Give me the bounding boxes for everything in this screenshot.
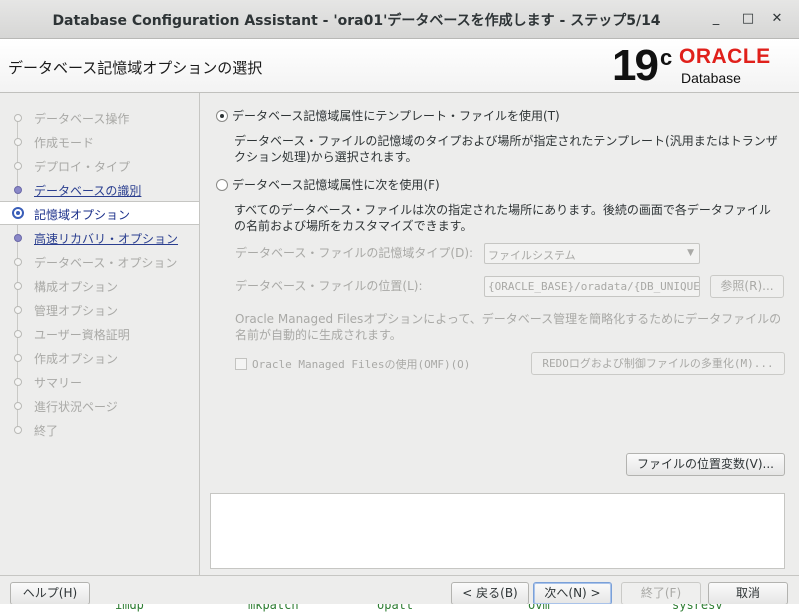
file-location-input[interactable]: {ORACLE_BASE}/oradata/{DB_UNIQUE_NAME} [484,276,700,297]
nav-step-fast-recovery[interactable]: 高速リカバリ・オプション [0,226,199,249]
step-dot-icon [14,114,22,122]
main-content: データベース記憶域属性にテンプレート・ファイルを使用(T) データベース・ファイ… [200,93,799,575]
template-storage-label[interactable]: データベース記憶域属性にテンプレート・ファイルを使用(T) [232,107,560,124]
terminal-file-name: sysresv [672,604,723,612]
nav-step-label: ユーザー資格証明 [34,328,130,342]
step-dot-icon [14,138,22,146]
window-title: Database Configuration Assistant - 'ora0… [52,13,661,29]
back-button[interactable]: < 戻る(B) [451,582,529,605]
nav-step-label: 記憶域オプション [34,208,131,222]
maximize-button[interactable]: □ [737,8,759,30]
nav-step-label: サマリー [34,376,83,390]
nav-step-label: 構成オプション [34,280,119,294]
close-button[interactable]: ✕ [766,8,788,30]
version-suffix: c [660,45,673,70]
nav-step-label[interactable]: データベースの識別 [34,182,141,199]
finish-button[interactable]: 終了(F) [621,582,701,605]
nav-step-label: 管理オプション [34,304,119,318]
terminal-file-name: opatt [377,604,414,612]
step-navigation: データベース操作 作成モード デプロイ・タイプ データベースの識別 記憶域オプシ… [0,93,200,575]
template-storage-desc-1: データベース・ファイルの記憶域のタイプおよび場所が指定されたテンプレート(汎用ま… [234,134,778,148]
nav-step-label: 作成モード [34,136,95,150]
custom-storage-radio[interactable] [216,179,228,191]
step-dot-icon [14,402,22,410]
nav-step-finish: 終了 [0,418,199,441]
step-dot-icon [14,426,22,434]
next-button[interactable]: 次へ(N) > [533,582,612,605]
step-dot-icon [14,306,22,314]
cancel-button[interactable]: 取消 [708,582,788,605]
nav-step-label: データベース・オプション [34,256,178,270]
minimize-button[interactable]: _ [705,8,727,30]
nav-step-label: データベース操作 [34,112,130,126]
nav-step-progress: 進行状況ページ [0,394,199,417]
omf-checkbox[interactable] [235,358,247,370]
nav-step-configuration: 構成オプション [0,274,199,297]
page-header: データベース記憶域オプションの選択 19 c ORACLE Database [0,39,799,93]
nav-step-deploy-type: デプロイ・タイプ [0,154,199,177]
nav-step-database-identification[interactable]: データベースの識別 [0,178,199,201]
step-dot-icon [14,354,22,362]
nav-step-summary: サマリー [0,370,199,393]
custom-storage-label[interactable]: データベース記憶域属性に次を使用(F) [232,176,440,193]
step-dot-icon [14,162,22,170]
omf-checkbox-label[interactable]: Oracle Managed Filesの使用(OMF)(O) [252,356,470,372]
message-area [210,493,785,569]
nav-step-management: 管理オプション [0,298,199,321]
step-dot-icon [14,258,22,266]
current-step-icon [12,207,24,219]
help-button[interactable]: ヘルプ(H) [10,582,90,605]
nav-step-database-options: データベース・オプション [0,250,199,273]
nav-step-label: デプロイ・タイプ [34,160,131,174]
custom-storage-desc-2: の名前および場所をカスタマイズできます。 [234,219,473,233]
nav-step-creation-mode: 作成モード [0,130,199,153]
version-number: 19 [612,41,659,90]
terminal-file-name: mkpatch [248,604,299,612]
omf-desc-2: 名前が自動的に生成されます。 [235,328,402,342]
terminal-file-name: imdp [115,604,144,612]
template-storage-desc-2: クション処理)から選択されます。 [234,150,418,164]
step-dot-icon [14,186,22,194]
terminal-file-name: ovm [528,604,550,612]
footer-bar: ヘルプ(H) < 戻る(B) 次へ(N) > 終了(F) 取消 [0,576,799,605]
step-dot-icon [14,378,22,386]
file-location-variables-button[interactable]: ファイルの位置変数(V)... [626,453,785,476]
step-dot-icon [14,282,22,290]
storage-type-select[interactable]: ファイルシステム ▼ [484,243,700,264]
file-location-label: データベース・ファイルの位置(L): [235,279,423,293]
step-dot-icon [14,330,22,338]
oracle-logo: ORACLE [679,45,771,68]
chevron-down-icon: ▼ [687,248,694,258]
custom-storage-desc-1: すべてのデータベース・ファイルは次の指定された場所にあります。後続の画面で各デー… [234,203,771,217]
omf-desc-1: Oracle Managed Filesオプションによって、データベース管理を簡… [235,312,782,326]
nav-step-user-credentials: ユーザー資格証明 [0,322,199,345]
nav-step-database-operation: データベース操作 [0,106,199,129]
title-bar: Database Configuration Assistant - 'ora0… [0,0,799,39]
nav-step-label: 進行状況ページ [34,400,118,414]
file-location-value: {ORACLE_BASE}/oradata/{DB_UNIQUE_NAME} [488,280,700,293]
background-terminal: imdp mkpatch opatt ovm sysresv [0,604,799,612]
storage-type-label: データベース・ファイルの記憶域タイプ(D): [235,246,474,260]
storage-type-value: ファイルシステム [488,249,576,262]
multiplex-redo-button[interactable]: REDOログおよび制御ファイルの多重化(M)... [531,352,785,375]
step-dot-icon [14,234,22,242]
nav-step-label: 終了 [34,424,59,438]
browse-button[interactable]: 参照(R)... [710,275,784,298]
nav-step-label[interactable]: 高速リカバリ・オプション [34,230,178,247]
nav-step-storage-option[interactable]: 記憶域オプション [0,201,199,225]
nav-step-creation-options: 作成オプション [0,346,199,369]
page-title: データベース記憶域オプションの選択 [8,59,263,77]
nav-step-label: 作成オプション [34,352,119,366]
template-storage-radio[interactable] [216,110,228,122]
product-name: Database [681,70,741,86]
